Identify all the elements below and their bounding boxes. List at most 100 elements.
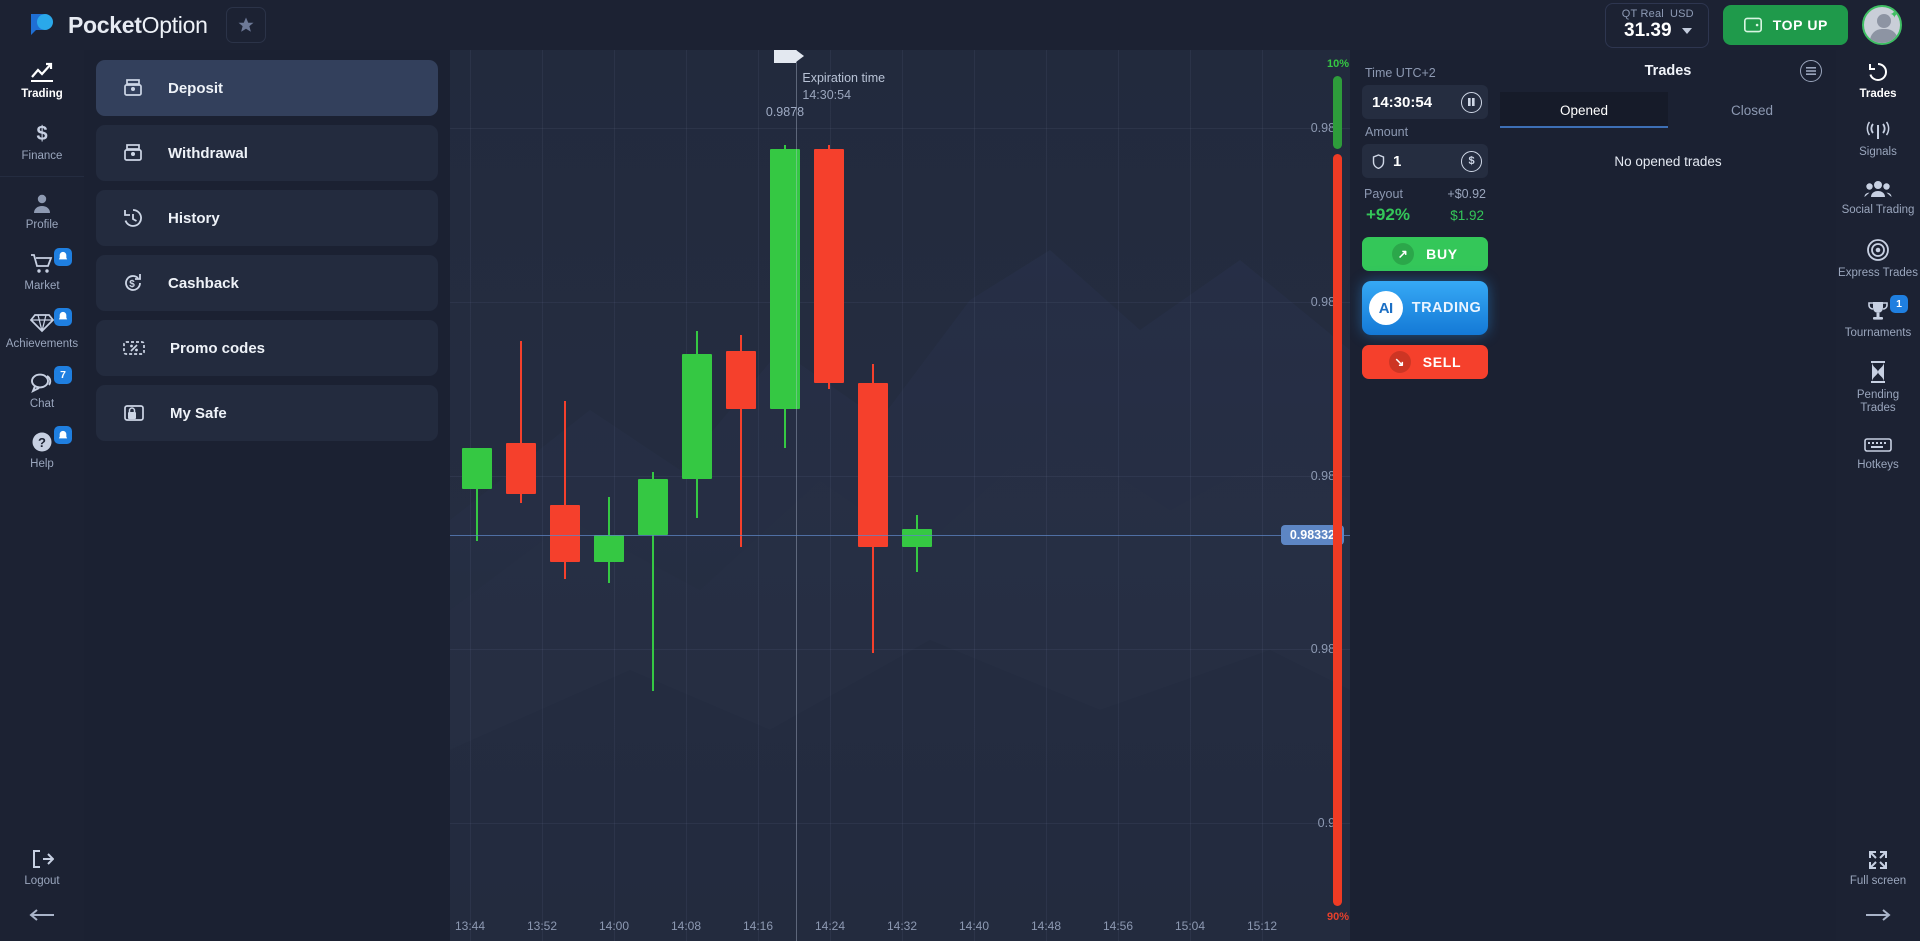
finance-item-deposit[interactable]: Deposit (96, 60, 438, 116)
top-up-button[interactable]: TOP UP (1722, 5, 1848, 45)
list-menu-icon[interactable] (1800, 60, 1822, 82)
grid-line-vertical (902, 50, 903, 941)
account-type-label: QT Real (1621, 7, 1664, 20)
notification-badge (54, 247, 72, 266)
notification-badge (54, 426, 72, 445)
brand-bold: Pocket (68, 11, 142, 38)
favorites-button[interactable] (225, 7, 266, 43)
tab-closed[interactable]: Closed (1668, 92, 1836, 128)
dollar-circle-icon[interactable]: $ (1461, 150, 1482, 172)
time-axis-tick-label: 14:08 (670, 919, 702, 933)
sidebar-item-achievements[interactable]: Achievements (0, 302, 84, 360)
sidebar-item-help[interactable]: ? Help (0, 420, 84, 480)
right-item-hotkeys[interactable]: Hotkeys (1836, 425, 1920, 481)
finance-item-cashback[interactable]: $ Cashback (96, 255, 438, 311)
sidebar-collapse-button[interactable] (0, 897, 84, 931)
payout-total: $1.92 (1450, 208, 1484, 223)
sell-button[interactable]: ↘ SELL (1362, 345, 1488, 379)
brand-logo-group[interactable]: PocketOption (28, 10, 208, 40)
sidebar-item-trading[interactable]: Trading (0, 50, 84, 110)
time-axis-tick-label: 14:00 (598, 919, 630, 933)
right-item-signals[interactable]: Signals (1836, 110, 1920, 168)
tab-opened[interactable]: Opened (1500, 92, 1668, 128)
trades-title: Trades (1644, 63, 1692, 79)
svg-text:$: $ (129, 279, 135, 290)
right-item-express-trades[interactable]: Express Trades (1836, 227, 1920, 289)
trades-tabs: Opened Closed (1500, 92, 1836, 128)
right-item-social-trading[interactable]: Social Trading (1836, 168, 1920, 226)
sentiment-up-label: 10% (1327, 58, 1350, 70)
finance-item-label: My Safe (170, 404, 227, 422)
candle-body (506, 443, 536, 494)
time-axis-tick-label: 14:48 (1030, 919, 1062, 933)
amount-input[interactable]: 1 $ (1362, 144, 1488, 178)
cart-icon (30, 253, 54, 275)
right-item-pending-trades[interactable]: Pending Trades (1836, 349, 1920, 424)
tab-label: Opened (1559, 102, 1609, 118)
finance-item-label: Withdrawal (168, 144, 248, 162)
ai-trading-button[interactable]: AI TRADING (1362, 281, 1488, 335)
fullscreen-button[interactable]: Full screen (1836, 839, 1920, 897)
sidebar-item-label: Chat (29, 398, 55, 411)
amount-value-group: 1 (1372, 153, 1401, 170)
finance-item-history[interactable]: History (96, 190, 438, 246)
buy-button[interactable]: ↗ BUY (1362, 237, 1488, 271)
chat-bubbles-icon (30, 371, 54, 394)
right-sidebar-collapse-button[interactable] (1836, 897, 1920, 931)
target-icon (1866, 238, 1890, 262)
time-axis-tick-label: 14:56 (1102, 919, 1134, 933)
history-revert-icon (1866, 61, 1890, 83)
price-chart[interactable]: 13:44 13:52 14:00 14:08 14:16 14:24 14:32 14:40… (450, 50, 1350, 941)
candle-body (814, 149, 844, 384)
right-item-tournaments[interactable]: 1 Tournaments (1836, 289, 1920, 349)
finance-item-label: Deposit (168, 79, 224, 97)
grid-line-vertical (542, 50, 543, 941)
sentiment-gauge: 10% 90% (1327, 50, 1350, 941)
finance-menu-panel: Deposit Withdrawal History $ Cashback Pr… (84, 50, 450, 941)
time-axis-tick-label: 14:40 (958, 919, 990, 933)
sidebar-item-label: Logout (24, 874, 60, 887)
right-item-label: Tournaments (1844, 326, 1912, 339)
expiration-time-input[interactable]: 14:30:54 (1362, 85, 1488, 119)
sidebar-bottom-group: Logout (0, 837, 84, 941)
balance-selector[interactable]: QT Real USD 31.39 (1604, 2, 1709, 48)
promo-ticket-icon (122, 338, 146, 358)
payout-percent: +92% (1366, 205, 1410, 224)
expiration-line (796, 50, 798, 941)
trades-empty-message: No opened trades (1614, 154, 1722, 169)
user-icon (31, 192, 53, 214)
chevron-down-icon (1681, 27, 1692, 34)
sidebar-item-label: Finance (21, 150, 63, 163)
top-bar-right: QT Real USD 31.39 TOP UP ✦ (1604, 2, 1902, 48)
grid-line-horizontal (450, 823, 1350, 825)
sidebar-divider (0, 176, 84, 178)
sidebar-item-finance[interactable]: $ Finance (0, 110, 84, 172)
sidebar-item-chat[interactable]: 7 Chat (0, 360, 84, 420)
timer-icon[interactable] (1461, 91, 1482, 113)
safe-lock-icon (122, 402, 146, 424)
tab-label: Closed (1730, 102, 1774, 118)
sidebar-item-label: Market (24, 279, 60, 292)
right-sidebar-bottom: Full screen (1836, 839, 1920, 941)
right-item-trades[interactable]: Trades (1836, 50, 1920, 110)
finance-item-label: Promo codes (170, 339, 266, 357)
finance-item-promo-codes[interactable]: Promo codes (96, 320, 438, 376)
finance-item-my-safe[interactable]: My Safe (96, 385, 438, 441)
candle-body (682, 353, 712, 479)
sidebar-item-profile[interactable]: Profile (0, 181, 84, 241)
people-group-icon (1864, 179, 1892, 199)
balance-amount: 31.39 (1624, 19, 1672, 41)
right-item-label: Express Trades (1838, 266, 1918, 279)
sentiment-down-bar (1333, 154, 1342, 906)
amount-value-text: 1 (1393, 152, 1402, 170)
sidebar-item-logout[interactable]: Logout (0, 837, 84, 897)
time-axis-tick-label: 14:24 (814, 919, 846, 933)
avatar[interactable]: ✦ (1862, 5, 1902, 45)
finance-item-withdrawal[interactable]: Withdrawal (96, 125, 438, 181)
svg-text:?: ? (38, 435, 46, 450)
wallet-icon (1743, 16, 1763, 34)
sidebar-item-market[interactable]: Market (0, 242, 84, 302)
arrow-up-right-icon: ↗ (1392, 243, 1415, 265)
pocket-option-logo-icon (28, 10, 58, 40)
candle-body (726, 351, 756, 410)
